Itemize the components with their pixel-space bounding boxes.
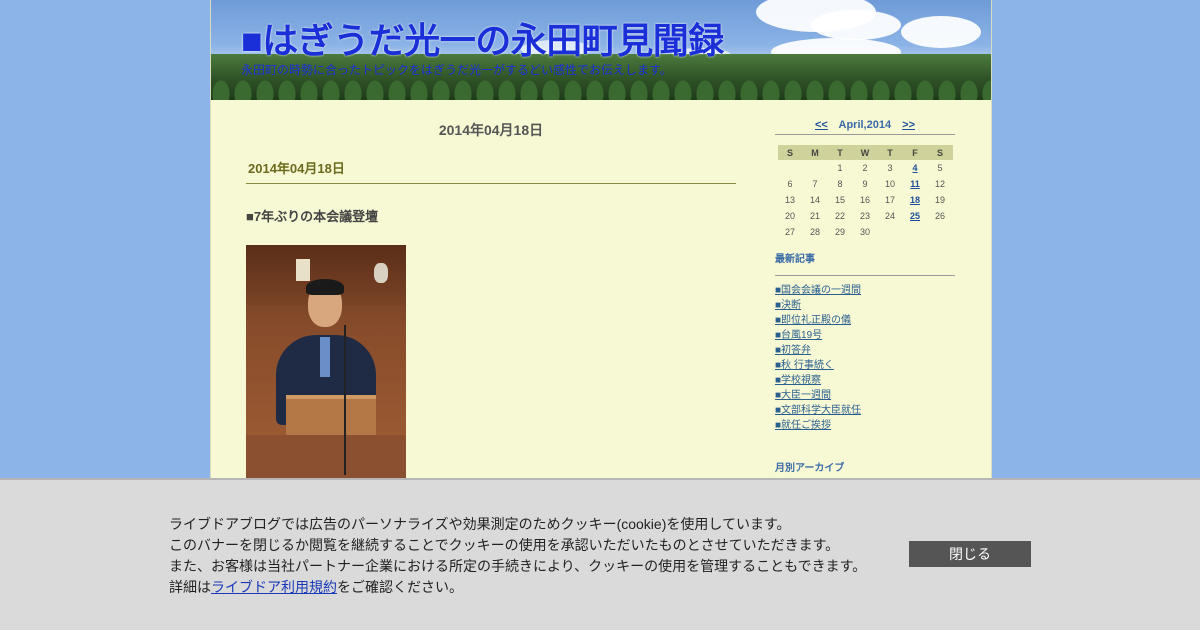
calendar-day: 28 [809, 227, 820, 237]
calendar-day-link[interactable]: 11 [910, 179, 920, 189]
calendar-day: 7 [812, 179, 818, 189]
recent-post-link[interactable]: ■決断 [775, 300, 801, 311]
calendar-day: 15 [834, 195, 845, 205]
calendar-nav: << April,2014 >> [775, 119, 955, 135]
calendar-weekday: F [902, 145, 928, 160]
recent-post-link[interactable]: ■初答弁 [775, 345, 811, 356]
blog-header: ■はぎうだ光一の永田町見聞録 永田町の時勢に合ったトピックをはぎうだ光一がするど… [211, 0, 991, 100]
calendar-day: 30 [859, 227, 870, 237]
calendar-weekday: T [827, 145, 853, 160]
calendar-day [803, 160, 828, 176]
list-item: ■文部科学大臣就任 [775, 403, 955, 418]
recent-post-link[interactable]: ■台風19号 [775, 330, 822, 341]
calendar-day [878, 224, 903, 240]
recent-posts-list: ■国会会議の一週間 ■決断 ■即位礼正殿の儀 ■台風19号 ■初答弁 ■秋 行事続く ■学校… [775, 283, 955, 433]
calendar-day-link[interactable]: 4 [912, 163, 917, 173]
entry-title[interactable]: ■7年ぶりの本会議登壇 [246, 206, 736, 225]
calendar-day: 19 [934, 195, 945, 205]
calendar-weekday: W [852, 145, 878, 160]
cookie-close-button[interactable]: 閉じる [909, 541, 1031, 567]
calendar-day: 29 [834, 227, 845, 237]
calendar-weekday: M [802, 145, 828, 160]
calendar-day: 11 [903, 176, 928, 192]
calendar-prev-link[interactable]: << [815, 119, 828, 131]
calendar: SMTWTFS 1 2 3 4 5 6 7 8 9 10 11 12 13 14 15 16 17 18 19 20 2… [777, 145, 953, 240]
calendar-week: 27 28 29 30 [778, 224, 953, 240]
calendar-week: 6 7 8 9 10 11 12 [778, 176, 953, 192]
date-heading: 2014年04月18日 [438, 122, 544, 138]
cloud-decoration [901, 16, 981, 48]
calendar-day [903, 224, 928, 240]
terms-link[interactable]: ライブドア利用規約 [211, 579, 337, 595]
calendar-day-link[interactable]: 18 [910, 195, 920, 205]
recent-post-link[interactable]: ■学校視察 [775, 375, 821, 386]
calendar-day: 22 [834, 211, 845, 221]
list-item: ■即位礼正殿の儀 [775, 313, 955, 328]
recent-post-link[interactable]: ■国会会議の一週間 [775, 285, 861, 296]
sidebar: << April,2014 >> SMTWTFS 1 2 3 4 5 6 7 8 9 10 11 12… [775, 119, 955, 485]
recent-post-link[interactable]: ■秋 行事続く [775, 360, 834, 371]
podium [286, 395, 376, 439]
cookie-line: 詳細はライブドア利用規約をご確認ください。 [169, 579, 463, 595]
list-item: ■台風19号 [775, 328, 955, 343]
calendar-day: 13 [784, 195, 795, 205]
calendar-day: 18 [903, 192, 928, 208]
recent-post-link[interactable]: ■就任ご挨拶 [775, 420, 831, 431]
calendar-day: 1 [837, 163, 843, 173]
calendar-month: April,2014 [838, 119, 892, 131]
recent-posts-title: 最新記事 [775, 250, 955, 276]
recent-post-link[interactable]: ■文部科学大臣就任 [775, 405, 861, 416]
calendar-day: 8 [837, 179, 843, 189]
calendar-day: 25 [903, 208, 928, 224]
cloud-decoration [811, 10, 901, 40]
list-item: ■決断 [775, 298, 955, 313]
calendar-day: 3 [887, 163, 893, 173]
calendar-day: 17 [884, 195, 895, 205]
calendar-day: 12 [934, 179, 945, 189]
calendar-weekday: S [927, 145, 953, 160]
calendar-week: 1 2 3 4 5 [778, 160, 953, 176]
calendar-day: 6 [787, 179, 793, 189]
cookie-line: このバナーを閉じるか閲覧を継続することでクッキーの使用を承認いただいたものとさせ… [169, 537, 840, 553]
calendar-day: 24 [884, 211, 895, 221]
recent-post-link[interactable]: ■大臣一週間 [775, 390, 831, 401]
calendar-week: 13 14 15 16 17 18 19 [778, 192, 953, 208]
calendar-day-link[interactable]: 25 [910, 211, 920, 221]
calendar-weekday: T [877, 145, 903, 160]
list-item: ■国会会議の一週間 [775, 283, 955, 298]
calendar-next-link[interactable]: >> [902, 119, 915, 131]
calendar-weekday: S [777, 145, 803, 160]
calendar-day: 5 [937, 163, 943, 173]
calendar-day: 16 [859, 195, 870, 205]
calendar-week: 20 21 22 23 24 25 26 [778, 208, 953, 224]
calendar-day: 9 [862, 179, 868, 189]
main-content: 2014年04月18日 2014年04月18日 ■7年ぶりの本会議登壇 [246, 120, 736, 485]
list-item: ■初答弁 [775, 343, 955, 358]
cookie-line: ライブドアブログでは広告のパーソナライズや効果測定のためクッキー(cookie)… [169, 516, 791, 532]
calendar-day: 4 [903, 160, 928, 176]
blog-description: 永田町の時勢に合ったトピックをはぎうだ光一がするどい感性でお伝えします。 [241, 63, 672, 77]
cookie-text: ライブドアブログでは広告のパーソナライズや効果測定のためクッキー(cookie)… [169, 514, 866, 598]
list-item: ■就任ご挨拶 [775, 418, 955, 433]
list-item: ■秋 行事続く [775, 358, 955, 373]
microphone-stand [344, 325, 346, 475]
calendar-day: 10 [884, 179, 895, 189]
calendar-day: 26 [934, 211, 945, 221]
calendar-day: 14 [809, 195, 820, 205]
calendar-day: 27 [784, 227, 795, 237]
recent-post-link[interactable]: ■即位礼正殿の儀 [775, 315, 851, 326]
blog-title[interactable]: ■はぎうだ光一の永田町見聞録 [241, 12, 724, 64]
cookie-banner: ライブドアブログでは広告のパーソナライズや効果測定のためクッキー(cookie)… [0, 478, 1200, 630]
calendar-day [778, 160, 803, 176]
calendar-day: 23 [859, 211, 870, 221]
entry-date: 2014年04月18日 [246, 158, 736, 184]
calendar-day: 21 [809, 211, 820, 221]
calendar-day: 20 [784, 211, 795, 221]
cookie-line: また、お客様は当社パートナー企業における所定の手続きにより、クッキーの使用を管理… [169, 558, 867, 574]
calendar-day [928, 224, 953, 240]
calendar-day: 2 [862, 163, 868, 173]
list-item: ■学校視察 [775, 373, 955, 388]
list-item: ■大臣一週間 [775, 388, 955, 403]
entry-photo[interactable] [246, 245, 406, 485]
